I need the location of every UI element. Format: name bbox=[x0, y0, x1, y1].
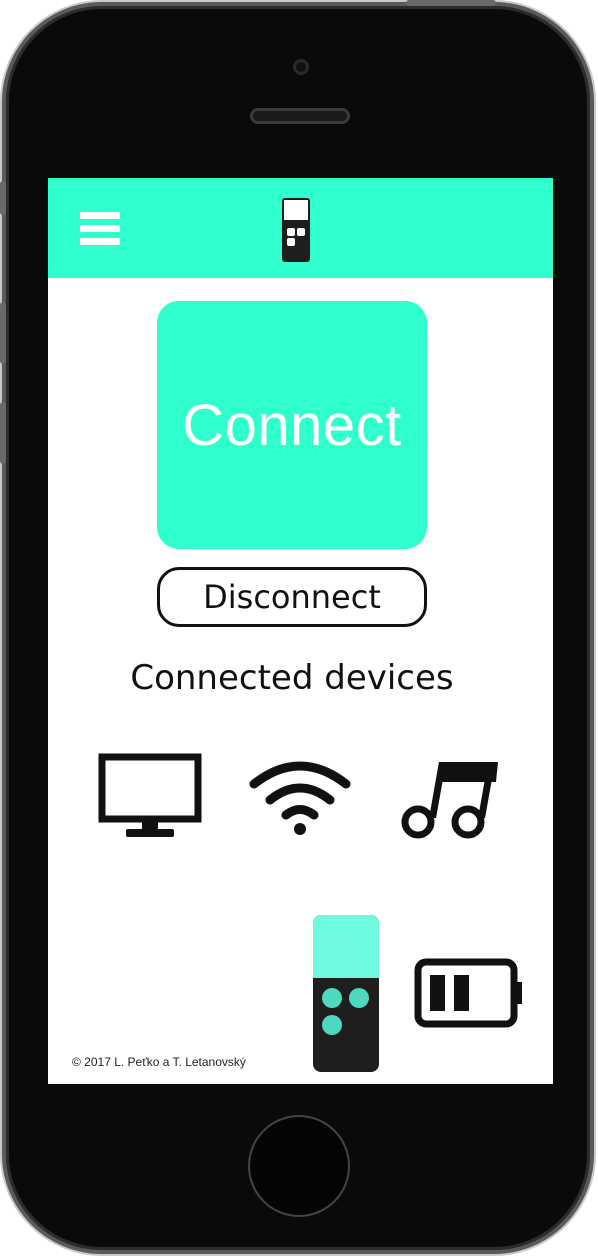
battery-icon bbox=[414, 958, 522, 1028]
connect-button[interactable]: Connect bbox=[157, 301, 427, 549]
hamburger-menu-icon[interactable] bbox=[80, 212, 120, 246]
copyright-text: © 2017 L. Peťko a T. Letanovský bbox=[72, 1055, 246, 1069]
volume-down-button bbox=[0, 402, 6, 464]
disconnect-button[interactable]: Disconnect bbox=[157, 567, 427, 627]
connected-devices-heading: Connected devices bbox=[130, 658, 454, 698]
mute-switch bbox=[0, 181, 6, 215]
battery-level-bar bbox=[454, 975, 469, 1011]
tv-icon[interactable] bbox=[98, 753, 202, 841]
battery-level-bar bbox=[430, 975, 445, 1011]
home-button[interactable] bbox=[250, 1117, 348, 1215]
header-bar bbox=[48, 178, 553, 278]
wifi-icon[interactable] bbox=[248, 758, 352, 836]
power-button bbox=[406, 0, 496, 6]
earpiece-speaker bbox=[250, 108, 350, 124]
remote-logo-icon bbox=[282, 198, 310, 262]
remote-icon bbox=[313, 915, 379, 1072]
music-icon[interactable] bbox=[400, 756, 504, 840]
app-screen: Connect Disconnect Connected devices © 2… bbox=[48, 178, 553, 1084]
volume-up-button bbox=[0, 302, 6, 364]
front-camera bbox=[293, 59, 309, 75]
